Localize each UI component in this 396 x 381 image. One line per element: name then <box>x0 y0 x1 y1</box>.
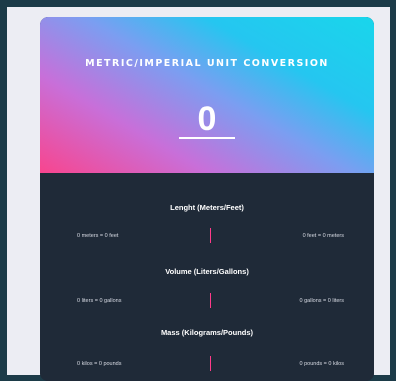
value-input[interactable] <box>179 101 235 137</box>
header-panel: METRIC/IMPERIAL UNIT CONVERSION <box>40 17 374 173</box>
app-frame: METRIC/IMPERIAL UNIT CONVERSION Lenght (… <box>7 7 390 381</box>
mass-divider <box>210 356 211 371</box>
mass-heading: Mass (Kilograms/Pounds) <box>160 328 254 337</box>
length-metric-result: 0 meters = 0 feet <box>77 233 119 239</box>
length-row: 0 meters = 0 feet 0 feet = 0 meters <box>40 228 374 243</box>
volume-row: 0 liters = 0 gallons 0 gallons = 0 liter… <box>40 293 374 308</box>
volume-heading: Volume (Liters/Gallons) <box>165 267 249 276</box>
mass-imperial-result: 0 pounds = 0 kilos <box>299 361 345 367</box>
mass-row: 0 kilos = 0 pounds 0 pounds = 0 kilos <box>40 356 374 371</box>
converter-card: METRIC/IMPERIAL UNIT CONVERSION Lenght (… <box>40 17 374 381</box>
volume-imperial-result: 0 gallons = 0 liters <box>299 298 344 304</box>
results-panel: Lenght (Meters/Feet) 0 meters = 0 feet 0… <box>40 173 374 381</box>
app-title: METRIC/IMPERIAL UNIT CONVERSION <box>85 58 329 69</box>
volume-divider <box>210 293 211 308</box>
length-heading: Lenght (Meters/Feet) <box>170 203 244 212</box>
length-imperial-result: 0 feet = 0 meters <box>302 233 344 239</box>
mass-metric-result: 0 kilos = 0 pounds <box>77 361 122 367</box>
value-input-wrapper <box>179 101 235 139</box>
length-divider <box>210 228 211 243</box>
volume-metric-result: 0 liters = 0 gallons <box>77 298 122 304</box>
